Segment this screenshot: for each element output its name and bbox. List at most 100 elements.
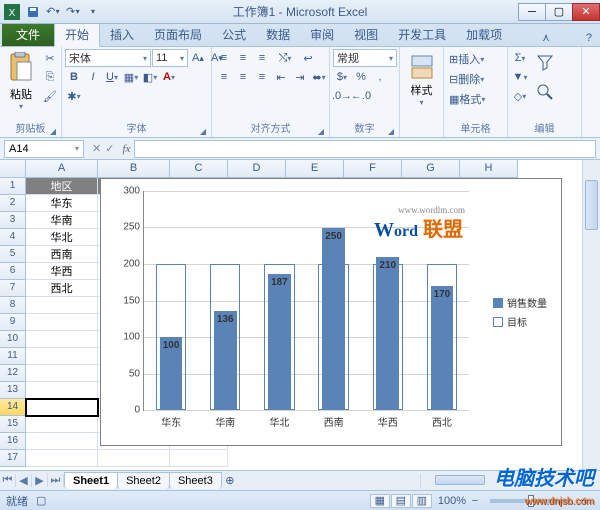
align-launcher-icon[interactable]: ◢ (318, 127, 324, 136)
cell-A8[interactable] (26, 297, 98, 314)
number-launcher-icon[interactable]: ◢ (388, 127, 394, 136)
increase-indent-icon[interactable]: ⇥ (291, 68, 309, 86)
sheet-nav-next-icon[interactable]: ▶ (32, 474, 48, 487)
col-header-C[interactable]: C (170, 160, 228, 178)
increase-font-icon[interactable]: A▴ (189, 49, 207, 67)
row-header-5[interactable]: 5 (0, 246, 26, 263)
row-header-4[interactable]: 4 (0, 229, 26, 246)
find-select-button[interactable] (531, 78, 559, 106)
percent-button[interactable]: % (352, 68, 370, 86)
cell-A2[interactable]: 华东 (26, 195, 98, 212)
align-right-icon[interactable]: ≡ (253, 68, 271, 86)
format-painter-icon[interactable]: 🖌 (41, 87, 59, 105)
font-size-select[interactable]: 11▾ (152, 49, 188, 67)
font-color-button[interactable]: A▾ (160, 68, 178, 86)
decrease-indent-icon[interactable]: ⇤ (272, 68, 290, 86)
align-left-icon[interactable]: ≡ (215, 68, 233, 86)
tab-developer[interactable]: 开发工具 (388, 23, 456, 46)
row-header-6[interactable]: 6 (0, 263, 26, 280)
tab-addins[interactable]: 加载项 (456, 23, 512, 46)
close-button[interactable]: ✕ (572, 3, 600, 21)
enter-formula-icon[interactable]: ✓ (105, 142, 114, 155)
number-format-select[interactable]: 常规▾ (333, 49, 397, 67)
tab-insert[interactable]: 插入 (100, 23, 144, 46)
align-middle-icon[interactable]: ≡ (234, 49, 252, 67)
help-icon[interactable]: ? (580, 30, 598, 46)
cell-A6[interactable]: 华西 (26, 263, 98, 280)
row-header-17[interactable]: 17 (0, 450, 26, 467)
view-pagelayout-icon[interactable]: ▤ (391, 494, 411, 508)
cell-A7[interactable]: 西北 (26, 280, 98, 297)
font-launcher-icon[interactable]: ◢ (200, 127, 206, 136)
sheet-tab-1[interactable]: Sheet1 (64, 472, 118, 489)
formula-input[interactable] (134, 140, 596, 158)
col-header-A[interactable]: A (26, 160, 98, 178)
sheet-nav-last-icon[interactable]: ⏭ (48, 474, 64, 487)
qat-customize-icon[interactable]: ▾ (84, 3, 102, 21)
sheet-nav-prev-icon[interactable]: ◀ (16, 474, 32, 487)
cell-A13[interactable] (26, 382, 98, 399)
name-box[interactable]: A14▾ (4, 140, 84, 158)
zoom-out-button[interactable]: − (466, 492, 484, 510)
cell-A11[interactable] (26, 348, 98, 365)
cell-A17[interactable] (26, 450, 98, 467)
select-all-corner[interactable] (0, 160, 26, 178)
cell-A14[interactable] (26, 399, 98, 416)
orientation-button[interactable]: ⤭▾ (272, 49, 298, 67)
row-header-2[interactable]: 2 (0, 195, 26, 212)
tab-pagelayout[interactable]: 页面布局 (144, 23, 212, 46)
maximize-button[interactable]: ▢ (545, 3, 573, 21)
tab-review[interactable]: 审阅 (300, 23, 344, 46)
font-name-select[interactable]: 宋体▾ (65, 49, 151, 67)
cell-A15[interactable] (26, 416, 98, 433)
zoom-level-label[interactable]: 100% (438, 495, 466, 507)
format-cells-button[interactable]: ▦ 格式▾ (447, 89, 507, 109)
bold-button[interactable]: B (65, 68, 83, 86)
tab-file[interactable]: 文件 (2, 23, 54, 46)
comma-button[interactable]: , (371, 68, 389, 86)
row-header-3[interactable]: 3 (0, 212, 26, 229)
minimize-button[interactable]: ─ (518, 3, 546, 21)
delete-cells-button[interactable]: ⊟ 删除▾ (447, 69, 507, 89)
sheet-nav-first-icon[interactable]: ⏮ (0, 474, 16, 487)
border-button[interactable]: ▦▾ (122, 68, 140, 86)
paste-button[interactable]: 粘贴 ▾ (3, 49, 39, 114)
cell-A4[interactable]: 华北 (26, 229, 98, 246)
qat-undo-icon[interactable]: ↶▾ (44, 3, 62, 21)
col-header-E[interactable]: E (286, 160, 344, 178)
macro-record-icon[interactable]: ▢ (36, 494, 46, 507)
row-header-15[interactable]: 15 (0, 416, 26, 433)
new-sheet-button[interactable]: ⊕ (221, 472, 239, 490)
row-header-8[interactable]: 8 (0, 297, 26, 314)
align-bottom-icon[interactable]: ≡ (253, 49, 271, 67)
phonetic-button[interactable]: ✱▾ (65, 87, 83, 105)
currency-button[interactable]: $▾ (333, 68, 351, 86)
cell-A10[interactable] (26, 331, 98, 348)
copy-icon[interactable]: ⎘ (41, 68, 59, 86)
cell-A1[interactable]: 地区 (26, 178, 98, 195)
row-header-14[interactable]: 14 (0, 399, 26, 416)
col-header-G[interactable]: G (402, 160, 460, 178)
decrease-decimal-icon[interactable]: ←.0 (352, 87, 370, 105)
merge-button[interactable]: ⬌▾ (310, 68, 328, 86)
vertical-scrollbar[interactable] (582, 160, 600, 470)
cell-A3[interactable]: 华南 (26, 212, 98, 229)
italic-button[interactable]: I (84, 68, 102, 86)
row-header-13[interactable]: 13 (0, 382, 26, 399)
cell-A12[interactable] (26, 365, 98, 382)
cancel-formula-icon[interactable]: ✕ (92, 142, 101, 155)
tab-home[interactable]: 开始 (54, 22, 100, 47)
row-header-16[interactable]: 16 (0, 433, 26, 450)
tab-formulas[interactable]: 公式 (212, 23, 256, 46)
view-normal-icon[interactable]: ▦ (370, 494, 390, 508)
qat-redo-icon[interactable]: ↷▾ (64, 3, 82, 21)
col-header-F[interactable]: F (344, 160, 402, 178)
row-header-7[interactable]: 7 (0, 280, 26, 297)
fill-button[interactable]: ▼▾ (511, 68, 529, 86)
row-header-1[interactable]: 1 (0, 178, 26, 195)
tab-view[interactable]: 视图 (344, 23, 388, 46)
wrap-text-button[interactable]: ↩ (299, 49, 317, 67)
embedded-chart[interactable]: 050100150200250300100华东136华南187华北250西南21… (100, 178, 562, 446)
col-header-D[interactable]: D (228, 160, 286, 178)
view-pagebreak-icon[interactable]: ▥ (412, 494, 432, 508)
